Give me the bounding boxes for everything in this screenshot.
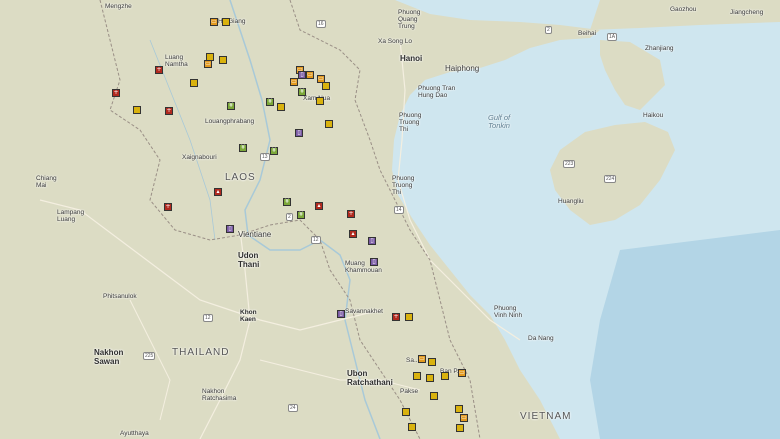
city-label: Phuong Truong Thi	[399, 112, 422, 133]
city-label: Huangliu	[558, 198, 584, 205]
city-label: Phitsanulok	[103, 293, 137, 300]
road-shield: 225	[143, 352, 156, 360]
city-label: Udon Thani	[238, 251, 260, 269]
city-label: Phuong Tran Hung Dao	[418, 85, 456, 99]
deep-sea-area	[590, 230, 780, 439]
road-shield: 2	[286, 213, 293, 221]
water-label-gulf: Gulf of Tonkin	[488, 113, 511, 130]
city-label: Ubon Ratchathani	[347, 369, 393, 387]
project-marker-market-icon[interactable]	[455, 405, 463, 413]
road-shield: 2	[545, 26, 552, 34]
city-label: Xa Song Lo	[378, 38, 412, 45]
project-marker-market-icon[interactable]	[413, 372, 421, 380]
project-marker-market-icon[interactable]	[441, 372, 449, 380]
project-marker-market-icon[interactable]	[316, 97, 324, 105]
project-marker-agriculture-icon[interactable]: ¥	[283, 198, 291, 206]
city-label-hanoi: Hanoi	[400, 54, 423, 63]
project-marker-building-icon[interactable]: ▭	[458, 369, 466, 377]
city-label: Zhanjiang	[645, 45, 674, 52]
project-marker-health-icon[interactable]: +	[392, 313, 400, 321]
project-marker-education-icon[interactable]: ▯	[368, 237, 376, 245]
project-marker-agriculture-icon[interactable]: ¥	[266, 98, 274, 106]
project-marker-market-icon[interactable]	[426, 374, 434, 382]
city-label: Chiang Mai	[36, 175, 57, 189]
project-marker-market-icon[interactable]	[325, 120, 333, 128]
project-marker-health-icon[interactable]: +	[112, 89, 120, 97]
city-label: Phuong Truong Thi	[392, 175, 415, 196]
project-marker-agriculture-icon[interactable]: ¥	[227, 102, 235, 110]
city-label: Louangphrabang	[205, 118, 255, 125]
city-label: Beihai	[578, 30, 597, 37]
road-shield: 223	[563, 160, 576, 168]
country-label-thailand: THAILAND	[172, 347, 230, 358]
project-marker-building-icon[interactable]: ▭	[418, 355, 426, 363]
project-marker-building-icon[interactable]: ▭	[306, 71, 314, 79]
city-label: Jiangcheng	[730, 9, 764, 16]
project-marker-health-icon[interactable]: +	[347, 210, 355, 218]
city-label: Pakse	[400, 388, 419, 395]
road-shield: 12	[203, 314, 213, 322]
city-label: Phuong Quang Trung	[398, 9, 421, 30]
city-label: Gaozhou	[670, 6, 697, 13]
road-shield: 13	[260, 153, 270, 161]
country-label-laos: LAOS	[225, 172, 256, 183]
city-label: Khon Kaen	[240, 309, 257, 323]
project-marker-market-icon[interactable]	[219, 56, 227, 64]
project-marker-market-icon[interactable]	[222, 18, 230, 26]
city-label: Da Nang	[528, 335, 554, 342]
country-label-vietnam: VIETNAM	[520, 411, 572, 422]
project-marker-agriculture-icon[interactable]: ¥	[239, 144, 247, 152]
project-marker-building-icon[interactable]: ▭	[460, 414, 468, 422]
city-label-vientiane: Vientiane	[238, 230, 272, 239]
city-label: Nakhon Ratchasima	[202, 388, 237, 402]
city-label: Luang Namtha	[165, 54, 188, 68]
project-marker-education-icon[interactable]: ▯	[337, 310, 345, 318]
project-marker-health-icon[interactable]: +	[155, 66, 163, 74]
project-marker-market-icon[interactable]	[430, 392, 438, 400]
road-shield: 24	[288, 404, 298, 412]
project-marker-building-icon[interactable]: ▭	[290, 78, 298, 86]
project-marker-agriculture-icon[interactable]: ¥	[297, 211, 305, 219]
city-label: Lampang Luang	[57, 209, 85, 223]
road-shield: 16	[316, 20, 326, 28]
city-label: Ayutthaya	[120, 430, 149, 437]
project-marker-market-icon[interactable]	[402, 408, 410, 416]
project-marker-market-icon[interactable]	[322, 82, 330, 90]
city-label: Nakhon Sawan	[94, 348, 124, 366]
project-marker-education-icon[interactable]: ▯	[370, 258, 378, 266]
road-shield: 1A	[607, 33, 618, 41]
project-marker-flame-icon[interactable]: ▴	[349, 230, 357, 238]
project-marker-market-icon[interactable]	[456, 424, 464, 432]
project-marker-education-icon[interactable]: ▯	[226, 225, 234, 233]
project-marker-education-icon[interactable]: ▯	[298, 71, 306, 79]
project-marker-education-icon[interactable]: ▯	[295, 129, 303, 137]
road-shield: 224	[604, 175, 617, 183]
map-view[interactable]: LAOS THAILAND VIETNAM Gulf of Tonkin Meng…	[0, 0, 780, 439]
city-label: Savannakhet	[345, 308, 383, 315]
city-label: Haikou	[643, 112, 664, 119]
city-label: Phuong Vinh Ninh	[494, 305, 523, 319]
project-marker-flame-icon[interactable]: ▴	[315, 202, 323, 210]
project-marker-building-icon[interactable]: ▭	[210, 18, 218, 26]
project-marker-market-icon[interactable]	[133, 106, 141, 114]
project-marker-market-icon[interactable]	[277, 103, 285, 111]
project-marker-agriculture-icon[interactable]: ¥	[270, 147, 278, 155]
project-marker-agriculture-icon[interactable]: ¥	[298, 88, 306, 96]
city-label: Haiphong	[445, 64, 480, 73]
city-label: Xaignabouri	[182, 154, 217, 161]
project-marker-health-icon[interactable]: +	[165, 107, 173, 115]
city-label: Mengzhe	[105, 3, 132, 10]
project-marker-flame-icon[interactable]: ▴	[214, 188, 222, 196]
project-marker-market-icon[interactable]	[190, 79, 198, 87]
road-shield: 12	[311, 236, 321, 244]
project-marker-building-icon[interactable]: ▭	[204, 60, 212, 68]
project-marker-market-icon[interactable]	[405, 313, 413, 321]
project-marker-market-icon[interactable]	[408, 423, 416, 431]
road-shield: 14	[394, 206, 404, 214]
project-marker-market-icon[interactable]	[428, 358, 436, 366]
project-marker-health-icon[interactable]: +	[164, 203, 172, 211]
